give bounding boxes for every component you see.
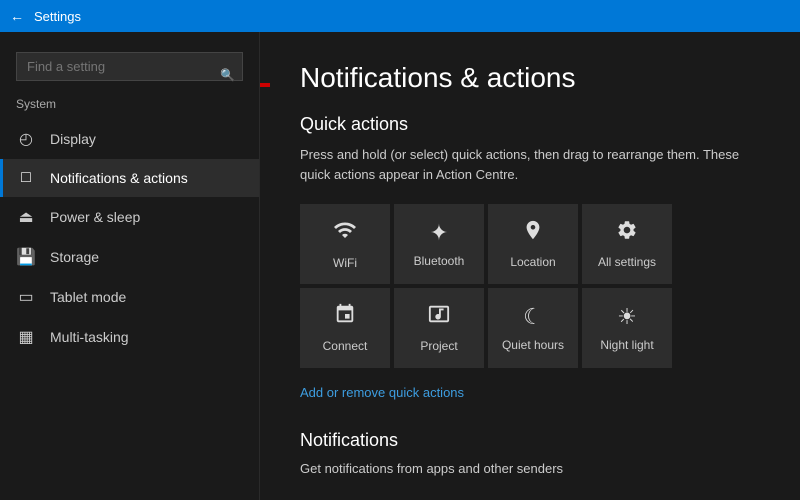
- sidebar-item-power-label: Power & sleep: [50, 209, 140, 225]
- sidebar-item-storage[interactable]: 💾 Storage: [0, 237, 259, 277]
- bluetooth-icon: ✦: [430, 220, 448, 246]
- sidebar-item-notifications[interactable]: □ Notifications & actions: [0, 159, 259, 197]
- arrow-annotation: [260, 60, 275, 115]
- night-light-label: Night light: [600, 338, 653, 352]
- sidebar-item-tablet-label: Tablet mode: [50, 289, 126, 305]
- quick-action-project[interactable]: Project: [394, 288, 484, 368]
- project-icon: [428, 303, 450, 331]
- sidebar-item-display-label: Display: [50, 131, 96, 147]
- all-settings-label: All settings: [598, 255, 656, 269]
- notifications-section-title: Notifications: [300, 430, 760, 451]
- notifications-desc: Get notifications from apps and other se…: [300, 461, 760, 476]
- add-remove-link[interactable]: Add or remove quick actions: [300, 385, 464, 400]
- sidebar-item-storage-label: Storage: [50, 249, 99, 265]
- quick-action-all-settings[interactable]: All settings: [582, 204, 672, 284]
- quick-action-location[interactable]: Location: [488, 204, 578, 284]
- quick-actions-grid: WiFi ✦ Bluetooth Location: [300, 204, 760, 368]
- search-icon: 🔍: [220, 68, 235, 82]
- connect-label: Connect: [323, 339, 368, 353]
- all-settings-icon: [616, 219, 638, 247]
- quick-actions-desc: Press and hold (or select) quick actions…: [300, 145, 760, 184]
- wifi-label: WiFi: [333, 256, 357, 270]
- quiet-hours-label: Quiet hours: [502, 338, 564, 352]
- sidebar-section-label: System: [0, 97, 259, 119]
- quick-action-bluetooth[interactable]: ✦ Bluetooth: [394, 204, 484, 284]
- sidebar-item-display[interactable]: ◴ Display: [0, 119, 259, 159]
- quick-action-night-light[interactable]: ☀ Night light: [582, 288, 672, 368]
- quick-action-connect[interactable]: Connect: [300, 288, 390, 368]
- bluetooth-label: Bluetooth: [414, 254, 465, 268]
- location-icon: [522, 219, 544, 247]
- page-title: Notifications & actions: [300, 62, 760, 94]
- power-icon: ⏏: [16, 207, 36, 227]
- quick-actions-title: Quick actions: [300, 114, 760, 135]
- sidebar-item-tablet[interactable]: ▭ Tablet mode: [0, 277, 259, 317]
- search-container: 🔍: [0, 52, 259, 97]
- connect-icon: [334, 303, 356, 331]
- location-label: Location: [510, 255, 555, 269]
- wifi-icon: [333, 218, 357, 248]
- sidebar-item-multitasking-label: Multi-tasking: [50, 329, 129, 345]
- sidebar-item-multitasking[interactable]: ▦ Multi-tasking: [0, 317, 259, 357]
- content-area: Notifications & actions Quick actions Pr…: [260, 32, 800, 500]
- storage-icon: 💾: [16, 247, 36, 267]
- sidebar-item-power[interactable]: ⏏ Power & sleep: [0, 197, 259, 237]
- sidebar: 🔍 System ◴ Display □ Notifications & act…: [0, 32, 260, 500]
- multitasking-icon: ▦: [16, 327, 36, 347]
- search-input[interactable]: [16, 52, 243, 81]
- quick-action-quiet-hours[interactable]: ☾ Quiet hours: [488, 288, 578, 368]
- moon-icon: ☾: [523, 304, 543, 330]
- display-icon: ◴: [16, 129, 36, 149]
- tablet-icon: ▭: [16, 287, 36, 307]
- title-bar: ← Settings: [0, 0, 800, 32]
- night-light-icon: ☀: [617, 304, 637, 330]
- project-label: Project: [420, 339, 457, 353]
- notifications-icon: □: [16, 169, 36, 187]
- quick-action-wifi[interactable]: WiFi: [300, 204, 390, 284]
- sidebar-item-notifications-label: Notifications & actions: [50, 170, 188, 186]
- app-title: Settings: [34, 9, 81, 24]
- back-button[interactable]: ←: [10, 8, 24, 24]
- main-layout: 🔍 System ◴ Display □ Notifications & act…: [0, 32, 800, 500]
